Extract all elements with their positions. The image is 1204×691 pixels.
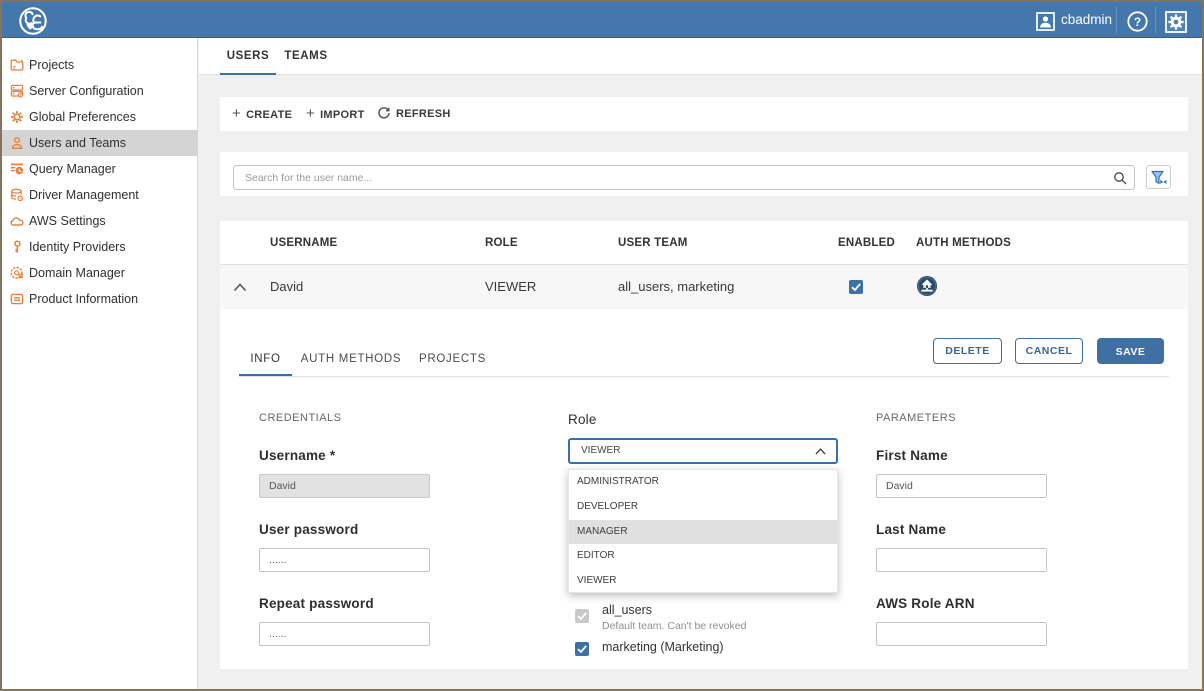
- svg-text:?: ?: [1134, 15, 1141, 29]
